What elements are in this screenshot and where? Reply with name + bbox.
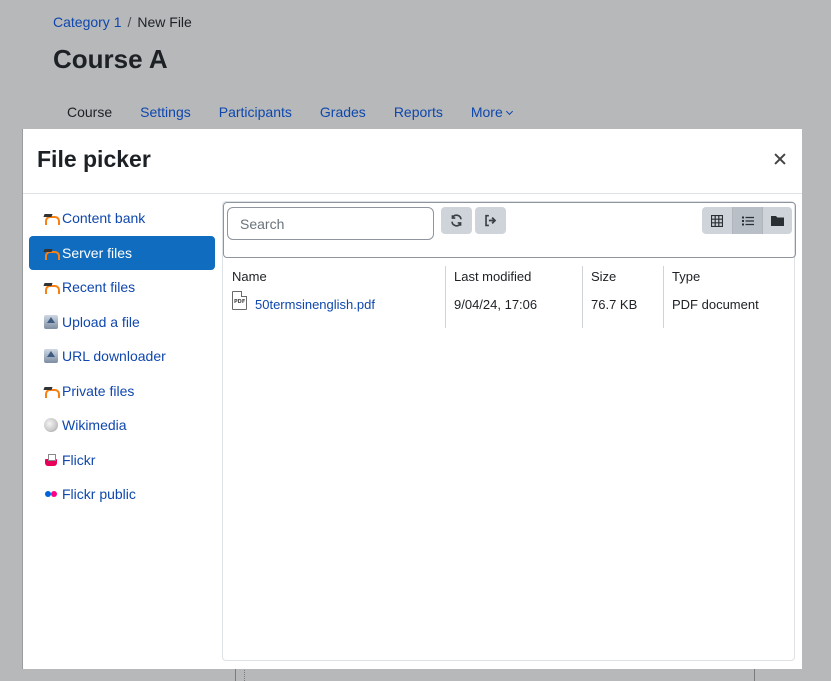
folder-view-button[interactable] [762,207,792,234]
breadcrumb-category-link[interactable]: Category 1 [53,14,121,30]
list-view-icon [741,216,754,225]
repo-item-label: Flickr public [62,486,136,503]
repo-item-label: Private files [62,382,135,399]
repo-item-server-files[interactable]: Server files [29,235,215,270]
flickr-public-icon [44,487,58,501]
repository-list: Content bank Server files Recent files U… [29,201,215,512]
repo-item-label: Server files [62,244,133,261]
repo-item-label: Content bank [62,210,146,227]
grid-view-icon [711,214,723,227]
logout-icon [485,214,497,227]
repo-item-label: Wikimedia [62,417,127,434]
repo-item-flickr[interactable]: Flickr [29,443,215,478]
file-link[interactable]: PDF 50termsinenglish.pdf [232,290,445,312]
pdf-icon-label: PDF [234,298,246,305]
moodle-icon [44,246,60,260]
flickr-icon [44,453,58,467]
file-name-cell: PDF 50termsinenglish.pdf [223,290,445,312]
column-header-type[interactable]: Type [663,266,794,328]
moodle-icon [44,384,60,398]
nav-tab-settings[interactable]: Settings [126,104,205,120]
file-toolbar [223,202,796,258]
course-title: Course A [53,44,168,74]
nav-tab-more-label: More [470,104,503,120]
list-view-button[interactable] [732,207,762,234]
repo-item-wikimedia[interactable]: Wikimedia [29,408,215,443]
file-picker-dialog: File picker Content bank Server files Re… [22,129,802,669]
logout-button[interactable] [475,207,506,234]
chevron-down-icon [505,107,513,116]
nav-tab-course[interactable]: Course [53,104,126,120]
background-form-edge [235,668,755,681]
column-header-name[interactable]: Name [223,269,445,284]
repo-item-upload-file[interactable]: Upload a file [29,305,215,340]
file-modified-cell: 9/04/24, 17:06 [454,296,538,312]
table-row[interactable]: PDF 50termsinenglish.pdf 9/04/24, 17:06 … [223,287,794,321]
repo-item-label: Upload a file [62,313,140,330]
moodle-icon [44,280,60,295]
file-type-cell: PDF document [672,296,759,312]
file-size-cell: 76.7 KB [591,296,638,312]
search-input[interactable] [227,207,434,240]
repo-item-url-downloader[interactable]: URL downloader [29,339,215,374]
upload-icon [44,314,58,329]
course-nav: Course Settings Participants Grades Repo… [53,104,526,120]
nav-tab-grades[interactable]: Grades [306,104,380,120]
refresh-icon [451,214,462,227]
breadcrumb: Category 1 / New File [53,14,192,30]
breadcrumb-separator: / [127,14,132,30]
nav-tab-participants[interactable]: Participants [205,104,306,120]
repo-item-recent-files[interactable]: Recent files [29,270,215,305]
repo-item-private-files[interactable]: Private files [29,374,215,409]
wikimedia-icon [44,418,58,433]
grid-view-button[interactable] [702,207,732,234]
column-header-modified[interactable]: Last modified [445,266,582,328]
upload-icon [44,349,58,364]
refresh-button[interactable] [441,207,472,234]
folder-view-icon [771,216,784,226]
close-icon[interactable] [772,151,788,167]
repo-item-label: Flickr [62,451,96,468]
file-name: 50termsinenglish.pdf [255,296,375,312]
repo-item-flickr-public[interactable]: Flickr public [29,477,215,512]
file-table: Name Last modified Size Type PDF 50terms… [223,259,794,328]
repo-item-label: URL downloader [62,348,166,365]
modal-header: File picker [23,129,802,194]
modal-title: File picker [37,146,151,172]
pdf-file-icon: PDF [232,290,247,310]
view-switcher [702,207,792,234]
column-header-size[interactable]: Size [582,266,663,328]
nav-tab-more[interactable]: More [457,104,526,120]
file-browser-panel: Name Last modified Size Type PDF 50terms… [222,201,796,661]
moodle-icon [44,211,60,226]
repo-item-content-bank[interactable]: Content bank [29,201,215,236]
breadcrumb-current: New File [137,14,192,30]
nav-tab-reports[interactable]: Reports [380,104,457,120]
table-header: Name Last modified Size Type [223,259,794,328]
repo-item-label: Recent files [62,279,136,296]
